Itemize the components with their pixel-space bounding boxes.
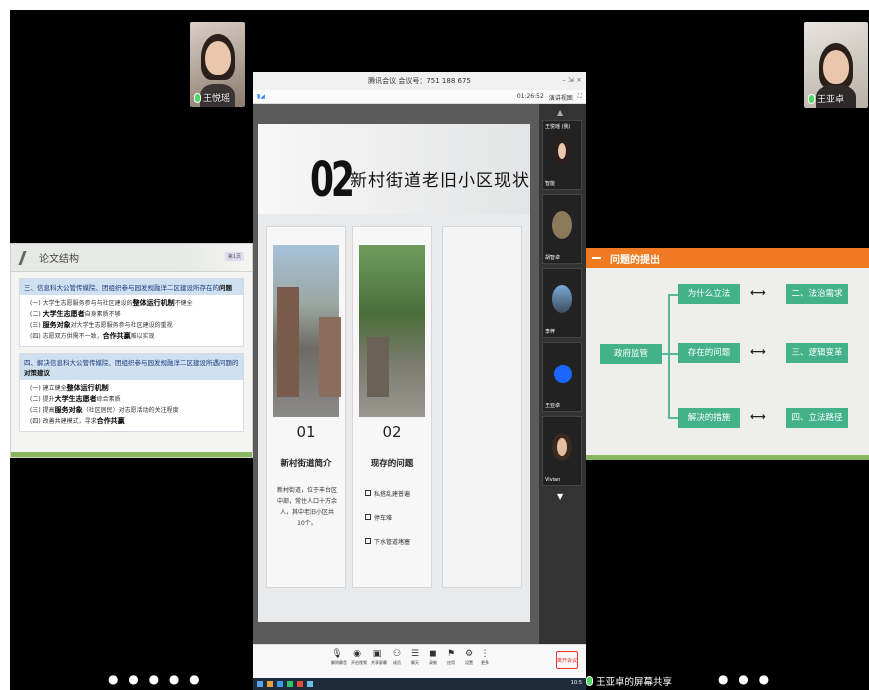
left-video-panel: 王悦瑶 论文结构 第1页 三、信息科大公管传媒院、团组织参与园发规融洋二区建设所…	[10, 10, 253, 690]
taskbar-app-icon[interactable]	[297, 681, 303, 687]
shared-slide: 02 新村街道老旧小区现状 01 新村街道简介 新村街道，位于丰台区中部，常住人…	[258, 124, 530, 622]
leave-meeting-button[interactable]: 离开会议	[556, 651, 578, 669]
apps-button[interactable]: ⚑ 应用	[445, 649, 457, 666]
card-title: 现存的问题	[370, 459, 414, 469]
measures-node: 解决的措施	[678, 408, 740, 428]
problem-item: 下水管道堵塞	[365, 537, 425, 546]
fullscreen-icon[interactable]: ⛶	[578, 93, 582, 102]
taskbar-clock: 10:5	[570, 680, 582, 686]
camera-name-left: 王悦瑶	[194, 91, 230, 104]
card-number: 02	[382, 423, 402, 441]
meeting-toolbar: ▮◢ 01:26:52 演讲视图 ⛶	[253, 90, 586, 104]
right-shared-slide: 问题的提出 政府监管 为什么立法 存在的问题 解决的措施 ⟷ ⟷ ⟷ 二、法治需…	[586, 248, 869, 460]
problems-node: 存在的问题	[678, 343, 740, 363]
page-dots-left[interactable]: ● ● ● ● ●	[108, 672, 203, 686]
settings-button[interactable]: ⚙ 设置	[463, 649, 475, 666]
windows-taskbar: 10:5	[253, 678, 586, 690]
taskbar-app-icon[interactable]	[287, 681, 293, 687]
meeting-controls: 🎙 解除静音 ◉ 开启视频 ▣ 共享屏幕 ⚇ 成员 ☰ 聊天 ◼ 录制 ⚑ 应用 ⚙ 设置 ⋮ 更…	[253, 644, 586, 678]
section-three-box: 三、信息科大公管传媒院、团组织参与园发规融洋二区建设所存在的问题 (一) 大学生…	[19, 278, 244, 347]
list-item: (四) 改善共建模式，寻求合作共赢	[30, 417, 125, 425]
video-button[interactable]: ◉ 开启视频	[351, 649, 367, 666]
problems-card: 02 现存的问题 私搭乱建普遍 停车难 下水管道堵塞	[352, 226, 432, 588]
meeting-time: 01:26:52	[516, 93, 544, 100]
page-tag: 第1页	[224, 252, 244, 261]
list-item: (三) 服务对象对大学生志愿服务参与社区建设的重视	[30, 321, 173, 329]
signal-icon: ▮◢	[257, 93, 265, 100]
taskbar-app-icon[interactable]	[267, 681, 273, 687]
window-controls[interactable]: – ⇲ ×	[562, 76, 582, 84]
left-shared-slide: 论文结构 第1页 三、信息科大公管传媒院、团组织参与园发规融洋二区建设所存在的问…	[10, 243, 253, 458]
root-node: 政府监管	[600, 344, 662, 364]
mic-icon	[586, 676, 593, 686]
slide-footer-bar	[11, 452, 252, 457]
participant-tile[interactable]: Vivian	[542, 416, 582, 486]
camera-feed-left[interactable]: 王悦瑶	[190, 22, 245, 107]
view-toggle[interactable]: 演讲视图	[549, 93, 573, 102]
members-button[interactable]: ⚇ 成员	[391, 649, 403, 666]
pen-icon	[18, 250, 34, 265]
meeting-title: 腾讯会议 会议号：751 188 675	[368, 77, 471, 85]
slide-header: 问题的提出	[586, 248, 869, 268]
page-dots-right[interactable]: ● ● ●	[718, 672, 772, 686]
participant-tile[interactable]: 胡智卓	[542, 194, 582, 264]
problem-item: 停车难	[365, 513, 425, 522]
mute-button[interactable]: 🎙 解除静音	[331, 649, 347, 666]
card-title: 新村街道简介	[280, 459, 332, 469]
list-item: (二) 提升大学生志愿者综合素质	[30, 395, 121, 403]
logic-change-node: 三、逻辑变革	[786, 343, 848, 363]
right-video-panel: 王亚卓 问题的提出 政府监管 为什么立法 存在的问题 解决的措施 ⟷ ⟷ ⟷ 二…	[586, 10, 869, 690]
courtyard-photo	[359, 245, 425, 417]
section-four-heading: 四、解决信息科大公管传媒院、团组织参与园发规融洋二区建设所遇问题的对策建议	[20, 354, 243, 380]
slide-header: 论文结构 第1页	[11, 244, 252, 272]
list-item: (二) 大学生志愿者自身素质不够	[30, 310, 121, 318]
slide-title: 论文结构	[39, 254, 79, 265]
chat-button[interactable]: ☰ 聊天	[409, 649, 421, 666]
double-arrow-icon: ⟷	[750, 345, 766, 358]
list-item: (四) 志愿双方供需不一致，合作共赢难以实现	[30, 332, 155, 340]
blank-card	[442, 226, 522, 588]
card-body: 新村街道，位于丰台区中部，常住人口十万余人，其中老旧小区共10个。	[277, 487, 338, 527]
screen-share-status: 王亚卓的屏幕共享	[586, 674, 672, 688]
intro-card: 01 新村街道简介 新村街道，位于丰台区中部，常住人口十万余人，其中老旧小区共1…	[266, 226, 346, 588]
street-photo	[273, 245, 341, 417]
why-node: 为什么立法	[678, 284, 740, 304]
double-arrow-icon: ⟷	[750, 286, 766, 299]
list-item: (三) 提高服务对象（社区居民）对志愿活动的关注程度	[30, 406, 179, 414]
share-screen-button[interactable]: ▣ 共享屏幕	[371, 649, 387, 666]
taskbar-app-icon[interactable]	[277, 681, 283, 687]
mic-icon	[194, 92, 201, 103]
more-button[interactable]: ⋮ 更多	[479, 649, 491, 666]
participant-tile[interactable]: 李梓	[542, 268, 582, 338]
camera-name-right: 王亚卓	[808, 92, 844, 105]
slide-title: 问题的提出	[610, 255, 660, 266]
middle-video-panel: 腾讯会议 会议号：751 188 675 – ⇲ × ▮◢ 01:26:52 演…	[253, 10, 586, 690]
participant-tile[interactable]: 王亚卓	[542, 342, 582, 412]
scroll-up-icon[interactable]: ▲	[557, 108, 563, 117]
participant-tile[interactable]: 智能 王悦瑶 (我)	[542, 120, 582, 190]
taskbar-app-icon[interactable]	[307, 681, 313, 687]
participant-sidebar: ▲ 智能 王悦瑶 (我) 胡智卓 李梓 王亚卓 Vivian ▼	[539, 104, 586, 644]
scroll-down-icon[interactable]: ▼	[557, 492, 563, 501]
camera-feed-right[interactable]: 王亚卓	[804, 22, 868, 108]
list-item: (一) 大学生志愿服务参与与社区建设的整体运行机制不健全	[30, 299, 193, 307]
slide-footer-bar	[586, 455, 869, 460]
legal-demand-node: 二、法治需求	[786, 284, 848, 304]
shared-screen-area: 02 新村街道老旧小区现状 01 新村街道简介 新村街道，位于丰台区中部，常住人…	[253, 104, 586, 644]
slide-header: 02 新村街道老旧小区现状	[258, 124, 530, 214]
section-four-box: 四、解决信息科大公管传媒院、团组织参与园发规融洋二区建设所遇问题的对策建议 (一…	[19, 353, 244, 432]
list-item: (一) 建立健全整体运行机制	[30, 384, 109, 392]
windows-icon[interactable]	[257, 681, 263, 687]
legislation-path-node: 四、立法路径	[786, 408, 848, 428]
mic-icon	[808, 93, 815, 104]
slide-number: 02	[310, 152, 355, 208]
double-arrow-icon: ⟷	[750, 410, 766, 423]
meeting-title-bar: 腾讯会议 会议号：751 188 675 – ⇲ ×	[253, 72, 586, 90]
card-number: 01	[296, 423, 316, 441]
slide-title: 新村街道老旧小区现状	[350, 171, 530, 191]
section-three-heading: 三、信息科大公管传媒院、团组织参与园发规融洋二区建设所存在的问题	[20, 279, 243, 295]
problem-item: 私搭乱建普遍	[365, 489, 425, 498]
record-button[interactable]: ◼ 录制	[427, 649, 439, 666]
